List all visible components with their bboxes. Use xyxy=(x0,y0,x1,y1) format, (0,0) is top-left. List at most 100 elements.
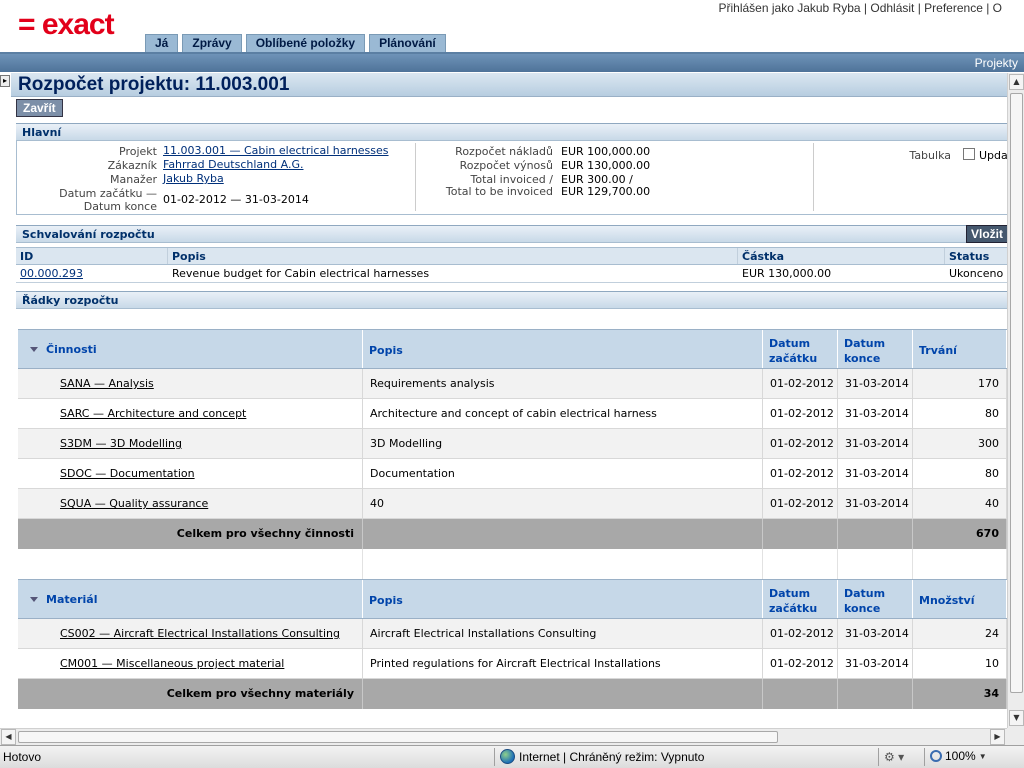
empty-cell xyxy=(913,549,1007,579)
scroll-up-icon[interactable]: ▲ xyxy=(1009,74,1024,90)
column-header-description[interactable]: Popis xyxy=(363,330,763,368)
scroll-corner xyxy=(1007,728,1024,745)
table-row: SDOC — Documentation Documentation 01-02… xyxy=(18,459,1007,489)
main-details: Projekt 11.003.001 — Cabin electrical ha… xyxy=(16,141,1007,215)
close-button[interactable]: Zavřít xyxy=(16,99,63,117)
divider xyxy=(924,748,925,766)
materials-grid: Materiál Popis Datum začátku Datum konce… xyxy=(18,579,1007,709)
table-row: S3DM — 3D Modelling 3D Modelling 01-02-2… xyxy=(18,429,1007,459)
empty-cell xyxy=(363,549,763,579)
scroll-right-icon[interactable]: ▶ xyxy=(990,729,1005,745)
column-header-id[interactable]: ID xyxy=(16,248,168,264)
activity-link[interactable]: SANA — Analysis xyxy=(60,377,154,390)
column-header-duration[interactable]: Trvání xyxy=(913,330,1007,368)
section-title: Řádky rozpočtu xyxy=(22,294,119,307)
activity-description: 3D Modelling xyxy=(363,429,763,458)
nav-tab-planning[interactable]: Plánování xyxy=(369,34,446,52)
customer-label: Zákazník xyxy=(107,159,157,172)
column-header-start-date[interactable]: Datum začátku xyxy=(763,580,838,618)
material-start: 01-02-2012 xyxy=(763,649,838,678)
manager-link[interactable]: Jakub Ryba xyxy=(163,172,224,185)
materials-total-label: Celkem pro všechny materiály xyxy=(18,679,363,709)
divider xyxy=(878,748,879,766)
section-title: Hlavní xyxy=(22,126,62,139)
cost-budget-label: Rozpočet nákladů xyxy=(455,145,553,158)
column-header-start-date[interactable]: Datum začátku xyxy=(763,330,838,368)
zone-text: Internet | Chráněný režim: Vypnuto xyxy=(519,749,705,764)
activity-link[interactable]: S3DM — 3D Modelling xyxy=(60,437,182,450)
nav-tab-ja[interactable]: Já xyxy=(145,34,179,52)
activities-grid: Činnosti Popis Datum začátku Datum konce… xyxy=(18,329,1007,579)
materials-total-row: Celkem pro všechny materiály 34 xyxy=(18,679,1007,709)
approval-table: ID Popis Částka Status 00.000.293 Revenu… xyxy=(16,247,1007,283)
activity-end: 31-03-2014 xyxy=(838,369,913,398)
table-header: ID Popis Částka Status xyxy=(16,247,1007,265)
dates-value: 01-02-2012 — 31-03-2014 xyxy=(163,193,309,206)
materials-group-toggle[interactable]: Materiál xyxy=(18,580,363,618)
material-end: 31-03-2014 xyxy=(838,619,913,648)
column-header-quantity[interactable]: Množství xyxy=(913,580,1007,618)
table-row: SANA — Analysis Requirements analysis 01… xyxy=(18,369,1007,399)
activities-header: Činnosti Popis Datum začátku Datum konce… xyxy=(18,329,1007,369)
activity-link[interactable]: SQUA — Quality assurance xyxy=(60,497,208,510)
project-link[interactable]: 11.003.001 — Cabin electrical harnesses xyxy=(163,144,389,157)
approval-id-link[interactable]: 00.000.293 xyxy=(20,267,83,280)
table-label: Tabulka xyxy=(909,149,951,162)
module-label[interactable]: Projekty xyxy=(975,56,1018,70)
zoom-control[interactable]: 100% ▼ xyxy=(930,749,987,763)
activity-description: Architecture and concept of cabin electr… xyxy=(363,399,763,428)
activity-link[interactable]: SARC — Architecture and concept xyxy=(60,407,246,420)
table-row: CS002 — Aircraft Electrical Installation… xyxy=(18,619,1007,649)
column-header-status[interactable]: Status xyxy=(945,248,1007,264)
vertical-scrollbar[interactable]: ▲ ▼ xyxy=(1007,73,1024,728)
zoom-level: 100% xyxy=(945,749,976,763)
expand-panel-icon[interactable]: ▸ xyxy=(0,75,10,87)
activities-group-toggle[interactable]: Činnosti xyxy=(18,330,363,368)
column-header-description[interactable]: Popis xyxy=(168,248,738,264)
activity-duration: 80 xyxy=(913,459,1007,488)
column-header-amount[interactable]: Částka xyxy=(738,248,945,264)
scroll-down-icon[interactable]: ▼ xyxy=(1009,710,1024,726)
activity-link[interactable]: SDOC — Documentation xyxy=(60,467,195,480)
material-link[interactable]: CS002 — Aircraft Electrical Installation… xyxy=(60,627,340,640)
activity-description: Documentation xyxy=(363,459,763,488)
activity-start: 01-02-2012 xyxy=(763,369,838,398)
empty-cell xyxy=(363,519,763,549)
column-header-end-date[interactable]: Datum konce xyxy=(838,330,913,368)
nav-tab-favorites[interactable]: Oblíbené položky xyxy=(245,34,366,52)
group-spacer xyxy=(18,549,1007,579)
horizontal-scroll-thumb[interactable] xyxy=(18,731,778,743)
caret-down-icon[interactable] xyxy=(30,346,38,352)
caret-down-icon[interactable] xyxy=(30,596,38,602)
scroll-left-icon[interactable]: ◀ xyxy=(1,729,16,745)
browser-status-bar: Hotovo Internet | Chráněný režim: Vypnut… xyxy=(0,745,1024,768)
divider xyxy=(813,143,814,211)
section-lines-header: Řádky rozpočtu xyxy=(16,291,1007,309)
section-approval-header: Schvalování rozpočtu xyxy=(16,225,1007,243)
horizontal-scrollbar[interactable]: ◀ ▶ xyxy=(0,728,1007,745)
zoom-icon xyxy=(930,750,942,762)
vertical-scroll-thumb[interactable] xyxy=(1010,93,1023,693)
user-links[interactable]: Přihlášen jako Jakub Ryba | Odhlásit | P… xyxy=(719,1,1003,15)
insert-button[interactable]: Vložit xyxy=(966,225,1010,243)
material-link[interactable]: CM001 — Miscellaneous project material xyxy=(60,657,284,670)
activity-end: 31-03-2014 xyxy=(838,399,913,428)
activity-end: 31-03-2014 xyxy=(838,429,913,458)
materials-header: Materiál Popis Datum začátku Datum konce… xyxy=(18,579,1007,619)
exact-logo[interactable]: = exact xyxy=(18,8,115,42)
globe-icon xyxy=(500,749,515,764)
nav-tab-zpravy[interactable]: Zprávy xyxy=(182,34,242,52)
empty-cell xyxy=(763,519,838,549)
customer-link[interactable]: Fahrrad Deutschland A.G. xyxy=(163,158,303,171)
activity-start: 01-02-2012 xyxy=(763,489,838,518)
column-header-end-date[interactable]: Datum konce xyxy=(838,580,913,618)
chevron-down-icon[interactable]: ▼ xyxy=(979,752,987,761)
popup-blocker-icon[interactable]: ⚙ ▾ xyxy=(884,750,904,764)
table-row: SQUA — Quality assurance 40 01-02-2012 3… xyxy=(18,489,1007,519)
update-checkbox[interactable] xyxy=(963,148,975,160)
material-end: 31-03-2014 xyxy=(838,649,913,678)
column-header-description[interactable]: Popis xyxy=(363,580,763,618)
empty-cell xyxy=(18,549,363,579)
activity-duration: 300 xyxy=(913,429,1007,458)
security-zone[interactable]: Internet | Chráněný režim: Vypnuto xyxy=(500,749,704,764)
